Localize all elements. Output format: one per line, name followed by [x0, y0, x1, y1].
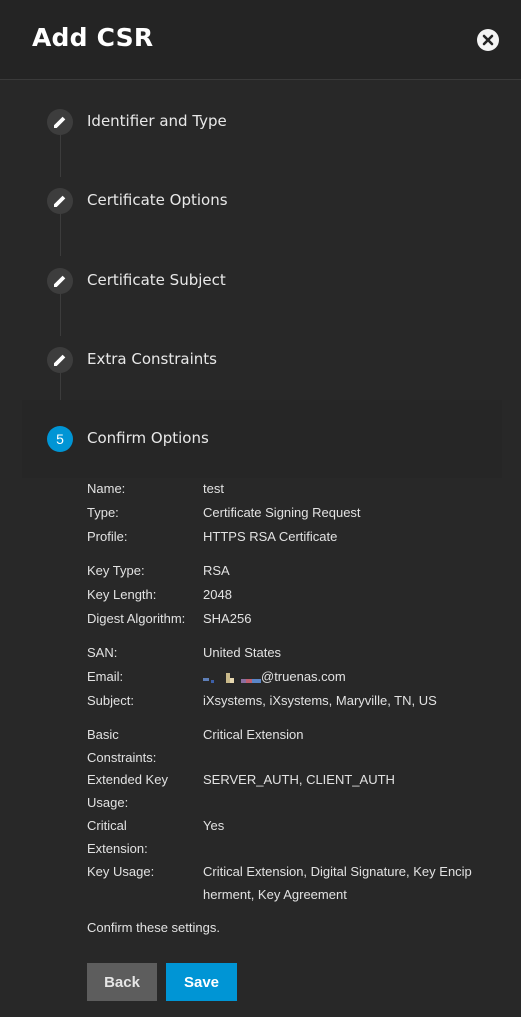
pencil-icon: [47, 347, 73, 373]
step-label: Confirm Options: [87, 429, 209, 447]
summary-key: Digest Algorithm:: [87, 611, 186, 626]
summary-value: Critical Extension, Digital Signature, K…: [203, 864, 472, 902]
summary-value: HTTPS RSA Certificate: [203, 529, 338, 544]
pencil-icon: [47, 188, 73, 214]
dialog-title: Add CSR: [32, 23, 154, 52]
summary-key: Key Usage:: [87, 864, 155, 879]
summary-key: Email:: [87, 669, 124, 684]
step-identifier-and-type[interactable]: Identifier and Type: [22, 91, 502, 151]
summary-key: SAN:: [87, 645, 118, 660]
step-certificate-options[interactable]: Certificate Options: [22, 170, 502, 230]
summary-key: Profile:: [87, 529, 128, 544]
step-extra-constraints[interactable]: Extra Constraints: [22, 329, 502, 389]
close-button[interactable]: [477, 29, 499, 51]
step-number: 5: [47, 426, 73, 452]
summary-value: SHA256: [203, 611, 252, 626]
summary-key: Key Length:: [87, 587, 157, 602]
summary-key: Extended Key Usage:: [87, 772, 168, 810]
step-confirm-options[interactable]: 5 Confirm Options: [22, 400, 502, 478]
summary-value: Yes: [203, 818, 225, 833]
summary-value: RSA: [203, 563, 230, 578]
summary-value: 2048: [203, 587, 232, 602]
email-domain: @truenas.com: [261, 669, 346, 684]
confirm-text: Confirm these settings.: [87, 920, 220, 935]
save-button[interactable]: Save: [166, 963, 237, 1001]
step-label: Identifier and Type: [87, 112, 227, 130]
summary-value: iXsystems, iXsystems, Maryville, TN, US: [203, 693, 437, 708]
step-label: Certificate Subject: [87, 271, 226, 289]
summary-value: @truenas.com: [203, 666, 479, 689]
summary-value: Critical Extension: [203, 727, 304, 742]
summary-key: Subject:: [87, 693, 134, 708]
dialog-header: Add CSR: [0, 0, 521, 80]
close-icon: [482, 34, 494, 46]
summary-key: Key Type:: [87, 563, 145, 578]
step-label: Certificate Options: [87, 191, 228, 209]
summary-key: Name:: [87, 481, 126, 496]
back-button[interactable]: Back: [87, 963, 157, 1001]
pencil-icon: [47, 268, 73, 294]
pencil-icon: [47, 109, 73, 135]
summary-value: Certificate Signing Request: [203, 505, 361, 520]
step-certificate-subject[interactable]: Certificate Subject: [22, 250, 502, 310]
redacted-email-user: [203, 671, 261, 685]
summary-key: Basic Constraints:: [87, 727, 157, 765]
summary-value: test: [203, 481, 224, 496]
summary-key: Type:: [87, 505, 119, 520]
summary-value: SERVER_AUTH, CLIENT_AUTH: [203, 772, 395, 787]
summary-key: Critical Extension:: [87, 818, 148, 856]
step-label: Extra Constraints: [87, 350, 217, 368]
summary-value: United States: [203, 645, 282, 660]
